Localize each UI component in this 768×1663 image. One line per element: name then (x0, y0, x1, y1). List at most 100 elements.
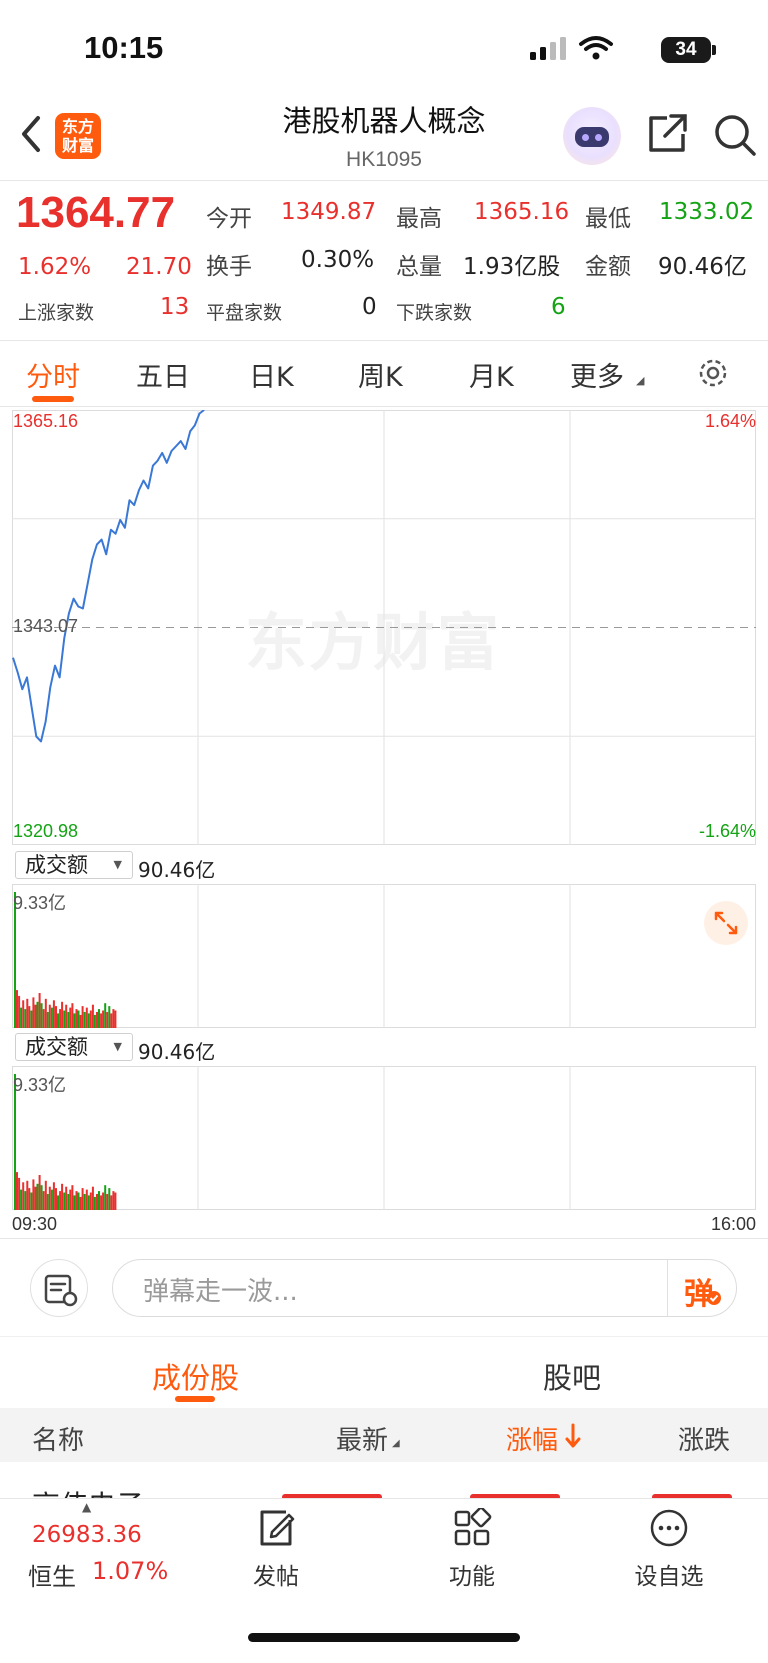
volume-bar (32, 1179, 35, 1210)
volume-bar (34, 1186, 37, 1210)
volume-bar (24, 1009, 27, 1028)
tab-forum[interactable]: 股吧 (543, 1355, 601, 1397)
volume-bar (55, 1188, 57, 1210)
high-label: 最高 (396, 206, 442, 232)
volume-metric-select[interactable]: 成交额 ▼ (15, 851, 133, 879)
volume-bar (40, 1003, 43, 1028)
section-gap (0, 1336, 768, 1337)
volume-bar (106, 1012, 109, 1028)
volume-bar (22, 1182, 25, 1210)
tab-monthly-k[interactable]: 月K (469, 355, 514, 394)
status-time: 10:15 (84, 30, 164, 65)
volume-bar (42, 1009, 45, 1028)
volume-bar (57, 1195, 59, 1210)
open-value: 1349.87 (281, 199, 377, 225)
search-icon[interactable] (712, 112, 758, 158)
volume-bar (110, 1195, 113, 1210)
tab-intraday[interactable]: 分时 (26, 355, 80, 394)
volume-bar (75, 1191, 78, 1210)
volume-bar (63, 1192, 66, 1210)
volume-metric-select-2[interactable]: 成交额 ▼ (15, 1033, 133, 1061)
compose-post-icon[interactable] (256, 1508, 296, 1548)
danmu-placeholder: 弹幕走一波... (143, 1277, 298, 1307)
up-count: 13 (160, 294, 190, 320)
x-start-label: 09:30 (12, 1214, 58, 1234)
nav-functions[interactable]: 功能 (427, 1557, 517, 1591)
volume-bar (50, 1189, 53, 1210)
robot-face (575, 127, 609, 147)
tab-more[interactable]: 更多 (570, 355, 624, 394)
volume-bar (57, 1013, 59, 1028)
volume-bar (104, 1185, 107, 1210)
more-options-icon[interactable] (649, 1508, 689, 1548)
volume-bar (100, 1013, 103, 1028)
volume-bar (93, 1196, 96, 1210)
volume-bar (63, 1010, 66, 1028)
volume-total: 90.46亿 (138, 858, 216, 882)
change-amount: 21.70 (126, 254, 192, 280)
danmu-settings-button[interactable] (30, 1259, 88, 1317)
functions-grid-icon[interactable] (452, 1508, 492, 1548)
volume-bar (30, 1010, 33, 1028)
volume-bar (87, 1195, 90, 1210)
volume-bar (30, 1192, 33, 1210)
up-count-label: 上涨家数 (18, 302, 95, 324)
index-up-triangle-icon: ▲ (82, 1500, 92, 1514)
volume-bar (71, 1003, 74, 1028)
index-change[interactable]: 1.07% (92, 1557, 168, 1585)
home-indicator (248, 1633, 520, 1642)
volume-bar (96, 1194, 98, 1210)
volume-bar (67, 1012, 70, 1028)
amount-value: 90.46亿 (658, 254, 747, 280)
volume-bar (42, 1191, 45, 1210)
volume-bar (89, 1192, 92, 1210)
intraday-price-chart[interactable] (12, 410, 756, 845)
volume-value: 1.93亿股 (463, 254, 561, 280)
volume-bar (75, 1009, 78, 1028)
tab-daily-k[interactable]: 日K (249, 355, 294, 394)
change-percent: 1.62% (18, 254, 92, 280)
tab-five-day[interactable]: 五日 (136, 355, 190, 394)
turnover-label: 换手 (206, 254, 252, 280)
sort-down-arrow-icon (565, 1423, 581, 1448)
robot-eye-left (582, 134, 589, 141)
volume-bar (18, 995, 21, 1028)
x-end-label: 16:00 (710, 1214, 756, 1234)
volume-bar (81, 1188, 84, 1210)
index-name[interactable]: 恒生 (28, 1557, 76, 1592)
volume-bar (79, 1014, 82, 1028)
down-count-label: 下跌家数 (396, 302, 473, 324)
volume-bar (85, 1007, 88, 1028)
volume-bar (28, 1006, 31, 1028)
volume-bar-chart-2 (14, 1066, 571, 1210)
column-latest[interactable]: 最新 (336, 1420, 388, 1457)
volume-bar (55, 1006, 57, 1028)
dropdown-caret-icon: ▼ (113, 1040, 122, 1053)
volume-bar (114, 1192, 117, 1210)
volume-bar (28, 1188, 31, 1210)
volume-bar (65, 1004, 68, 1028)
volume-bar (108, 1188, 111, 1210)
tab-weekly-k[interactable]: 周K (358, 355, 403, 394)
column-change-pct[interactable]: 涨幅 (506, 1420, 558, 1457)
sort-caret-icon: ◢ (392, 1438, 400, 1449)
volume-bar (69, 1189, 72, 1210)
tabs-divider (0, 406, 768, 407)
nav-add-watchlist[interactable]: 设自选 (624, 1557, 714, 1591)
volume-bar (20, 1007, 23, 1028)
column-change[interactable]: 涨跌 (678, 1420, 730, 1457)
nav-post[interactable]: 发帖 (231, 1557, 321, 1591)
volume-bar (61, 1001, 64, 1028)
share-icon[interactable] (645, 112, 689, 156)
expand-chart-button[interactable] (704, 901, 748, 945)
volume-bar (48, 1186, 51, 1210)
table-row[interactable]: 高伟电子 (0, 1462, 768, 1498)
tab-active-indicator (32, 396, 74, 402)
index-value[interactable]: 26983.36 (32, 1522, 142, 1548)
settings-gear-icon[interactable] (695, 355, 731, 391)
volume-bar (67, 1194, 70, 1210)
tab-constituents[interactable]: 成份股 (152, 1355, 239, 1397)
price-line (12, 410, 205, 743)
column-name[interactable]: 名称 (32, 1420, 84, 1457)
volume-bar (108, 1006, 111, 1028)
